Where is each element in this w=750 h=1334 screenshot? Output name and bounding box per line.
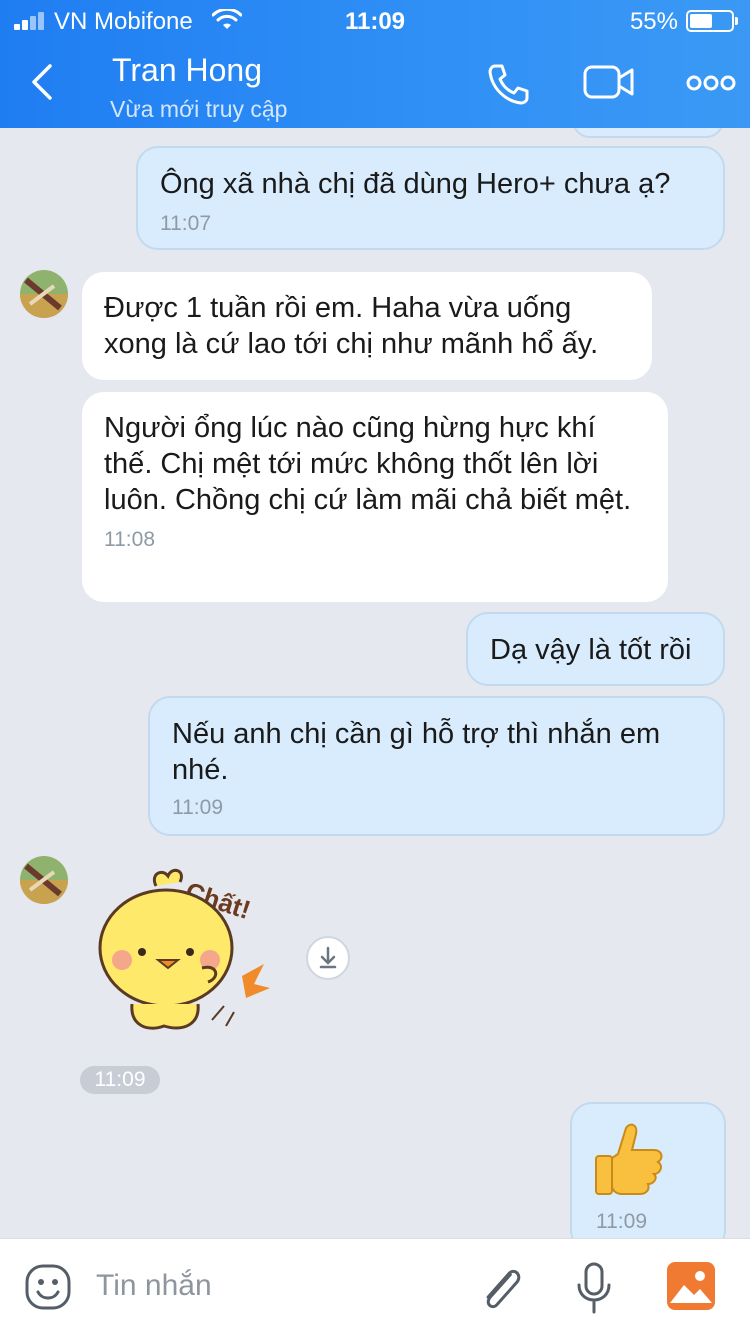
contact-status: Vừa mới truy cập xyxy=(110,96,288,122)
message-time: 11:09 xyxy=(172,796,223,819)
battery-percent: 55% xyxy=(629,8,678,35)
message-bubble-outgoing[interactable]: Ông xã nhà chị đã dùng Hero+ chưa ạ? 11:… xyxy=(136,146,725,250)
sticker-time: 11:09 xyxy=(80,1066,160,1094)
phone-icon[interactable] xyxy=(486,62,530,106)
download-button[interactable] xyxy=(306,936,350,980)
thumbs-up-icon xyxy=(595,1123,663,1195)
status-bar: VN Mobifone 11:09 55% xyxy=(0,0,750,40)
video-call-icon[interactable] xyxy=(582,62,636,102)
message-bubble-incoming[interactable]: Người ổng lúc nào cũng hừng hực khí thế.… xyxy=(82,392,668,602)
message-bubble-outgoing[interactable]: 11:09 xyxy=(570,1102,726,1238)
message-time: 11:07 xyxy=(160,212,211,235)
previous-message-bubble xyxy=(572,128,724,138)
message-bubble-outgoing[interactable]: Dạ vậy là tốt rồi xyxy=(466,612,725,686)
message-text: Dạ vậy là tốt rồi xyxy=(490,634,692,666)
input-bar xyxy=(0,1238,750,1334)
avatar[interactable] xyxy=(20,856,68,904)
contact-name[interactable]: Tran Hong xyxy=(112,52,262,89)
message-time: 11:09 xyxy=(596,1210,647,1233)
avatar[interactable] xyxy=(20,270,68,318)
chick-sticker[interactable]: Chất! xyxy=(94,856,284,1046)
message-text: Nếu anh chị cần gì hỗ trợ thì nhắn em nh… xyxy=(172,718,661,786)
download-icon xyxy=(319,946,337,969)
message-bubble-incoming[interactable]: Được 1 tuần rồi em. Haha vừa uống xong l… xyxy=(82,272,652,380)
chat-header: VN Mobifone 11:09 55% Tran Hong Vừa mới … xyxy=(0,0,750,128)
battery-icon xyxy=(686,10,738,32)
back-icon[interactable] xyxy=(28,62,58,102)
mic-icon[interactable] xyxy=(576,1261,612,1315)
more-icon[interactable] xyxy=(686,74,736,92)
message-bubble-outgoing[interactable]: Nếu anh chị cần gì hỗ trợ thì nhắn em nh… xyxy=(148,696,725,836)
photo-icon[interactable] xyxy=(666,1261,716,1311)
message-text: Được 1 tuần rồi em. Haha vừa uống xong l… xyxy=(104,292,599,360)
message-time: 11:08 xyxy=(104,528,155,551)
message-text: Ông xã nhà chị đã dùng Hero+ chưa ạ? xyxy=(160,168,671,200)
message-input[interactable] xyxy=(96,1265,436,1307)
message-list[interactable]: Ông xã nhà chị đã dùng Hero+ chưa ạ? 11:… xyxy=(0,128,750,1238)
attach-icon[interactable] xyxy=(478,1259,522,1315)
emoji-icon[interactable] xyxy=(24,1263,72,1311)
message-text: Người ổng lúc nào cũng hừng hực khí thế.… xyxy=(104,412,632,516)
